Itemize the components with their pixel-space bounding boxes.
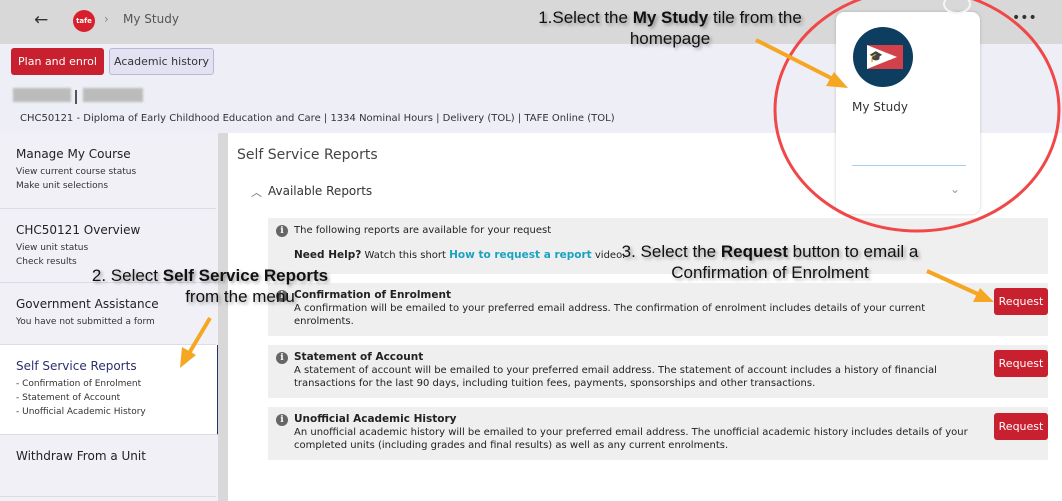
annotation-step-1: 1.Select the My Study tile from the home… <box>510 7 830 49</box>
annotation-bold: Self Service Reports <box>162 266 329 285</box>
annotation-step-3: 3. Select the Request button to email a … <box>600 241 940 283</box>
annotation-text: from the menu <box>185 287 295 306</box>
arrow-icon <box>180 316 212 368</box>
annotation-text: 3. Select the <box>621 242 721 261</box>
annotation-bold: My Study <box>632 8 709 27</box>
annotation-bold: Request <box>720 242 788 261</box>
annotation-text: 2. Select <box>91 266 163 285</box>
annotation-step-2: 2. Select Self Service Reports from the m… <box>60 265 360 307</box>
annotation-text: 1.Select the <box>538 8 633 27</box>
